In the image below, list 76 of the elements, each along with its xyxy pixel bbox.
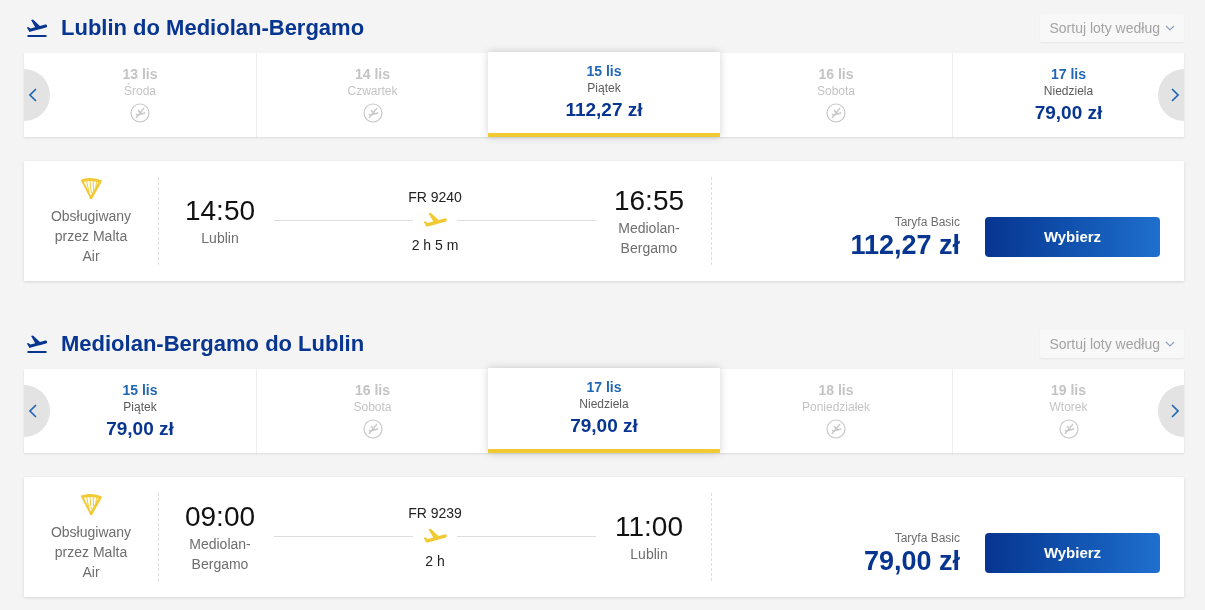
date-text: 13 lis — [122, 65, 158, 83]
chevron-right-icon — [1171, 88, 1179, 102]
date-tab[interactable]: 16 lis Sobota — [720, 53, 952, 137]
no-flight-icon — [130, 103, 150, 123]
date-text: 17 lis — [586, 378, 622, 396]
select-button[interactable]: Wybierz — [985, 533, 1160, 573]
date-tab[interactable]: 16 lis Sobota — [256, 369, 488, 453]
date-tab[interactable]: 17 lis Niedziela 79,00 zł — [488, 368, 720, 453]
weekday-text: Niedziela — [1043, 83, 1094, 99]
no-flight-icon — [826, 419, 846, 439]
chevron-right-icon — [1171, 404, 1179, 418]
no-flight-icon — [362, 419, 383, 439]
fare-label: Taryfa Basic — [894, 214, 960, 230]
flight-duration: 2 h 5 m — [411, 236, 459, 254]
chevron-down-icon — [1165, 25, 1175, 31]
weekday-text: Wtorek — [1049, 399, 1088, 415]
date-text: 15 lis — [122, 381, 158, 399]
date-tab[interactable]: 18 lis Poniedziałek — [720, 369, 952, 453]
date-text: 14 lis — [355, 65, 390, 83]
weekday-text: Środa — [124, 83, 156, 99]
date-text: 16 lis — [818, 65, 854, 83]
plane-takeoff-icon — [25, 19, 49, 37]
chevron-left-icon — [29, 404, 37, 418]
arrival-airport: Mediolan-Bergamo — [617, 219, 681, 258]
price-text: 79,00 zł — [570, 414, 638, 438]
no-flight-icon — [1058, 419, 1079, 439]
chevron-left-icon — [29, 88, 37, 102]
weekday-text: Sobota — [816, 83, 855, 99]
weekday-text: Sobota — [353, 399, 392, 415]
no-flight-icon — [826, 103, 846, 123]
date-text: 17 lis — [1051, 65, 1086, 83]
date-tab[interactable]: 15 lis Piątek 112,27 zł — [488, 52, 720, 137]
date-tab[interactable]: 15 lis Piątek 79,00 zł — [24, 369, 256, 453]
date-tab[interactable]: 17 lis Niedziela 79,00 zł — [952, 53, 1184, 137]
chevron-down-icon — [1165, 341, 1175, 347]
weekday-text: Niedziela — [579, 396, 629, 412]
harp-logo-icon — [80, 176, 102, 199]
airplane-icon — [423, 528, 447, 544]
sort-dropdown[interactable]: Sortuj loty według — [1040, 14, 1184, 42]
departure-airport: Lublin — [200, 229, 240, 248]
date-tab[interactable]: 13 lis Środa — [24, 53, 256, 137]
weekday-text: Poniedziałek — [801, 399, 870, 415]
price-text: 79,00 zł — [106, 417, 174, 441]
plane-takeoff-icon — [25, 335, 49, 353]
flight-duration: 2 h — [425, 552, 445, 570]
fare-price: 112,27 zł — [850, 230, 960, 260]
price-text: 79,00 zł — [1034, 101, 1103, 125]
date-text: 18 lis — [818, 381, 854, 399]
fare-price: 79,00 zł — [863, 546, 960, 576]
route-title: Mediolan-Bergamo do Lublin — [61, 330, 365, 358]
harp-logo-icon — [80, 492, 102, 515]
flight-number: FR 9239 — [408, 504, 462, 522]
sort-dropdown[interactable]: Sortuj loty według — [1040, 330, 1184, 358]
arrival-airport: Lublin — [629, 545, 669, 564]
airplane-icon — [423, 212, 447, 228]
date-text: 16 lis — [355, 381, 390, 399]
date-text: 15 lis — [586, 62, 622, 80]
operator-text: Obsługiwany przez Malta Air — [49, 522, 133, 582]
route-title: Lublin do Mediolan-Bergamo — [61, 14, 365, 42]
weekday-text: Piątek — [123, 399, 157, 415]
price-text: 112,27 zł — [565, 98, 643, 122]
date-text: 19 lis — [1051, 381, 1086, 399]
date-tab[interactable]: 19 lis Wtorek — [952, 369, 1184, 453]
arrival-time: 11:00 — [615, 510, 683, 544]
arrival-time: 16:55 — [613, 184, 685, 218]
flight-number: FR 9240 — [408, 188, 462, 206]
no-flight-icon — [362, 103, 383, 123]
departure-airport: Mediolan-Bergamo — [188, 535, 252, 574]
operator-text: Obsługiwany przez Malta Air — [49, 206, 133, 266]
departure-time: 09:00 — [184, 500, 256, 534]
date-tab[interactable]: 14 lis Czwartek — [256, 53, 488, 137]
weekday-text: Piątek — [587, 80, 621, 96]
select-button[interactable]: Wybierz — [985, 217, 1160, 257]
departure-time: 14:50 — [184, 194, 256, 228]
weekday-text: Czwartek — [347, 83, 398, 99]
fare-label: Taryfa Basic — [894, 530, 960, 546]
